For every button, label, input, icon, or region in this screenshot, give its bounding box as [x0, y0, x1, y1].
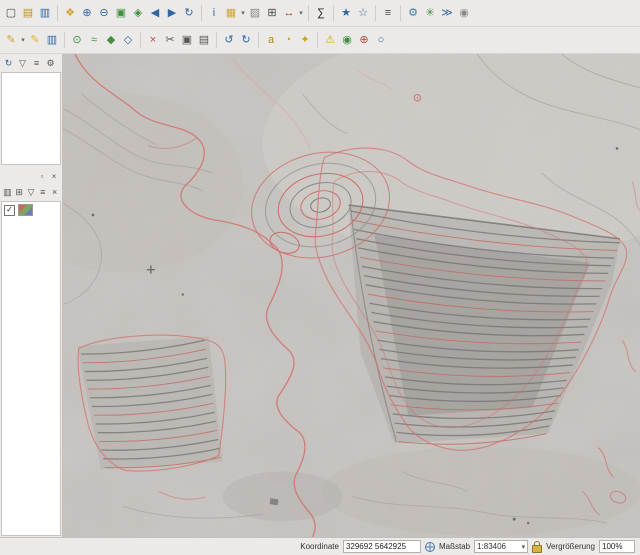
zoom-full-icon[interactable]: ▣	[113, 5, 129, 21]
left-dock: ↻▽≡⚙ ▫× ▥⊞▽≡× ✓	[0, 54, 63, 537]
layer-diagram-icon[interactable]: ◔	[280, 32, 296, 48]
layers-panel-titlebar: ▫×	[0, 170, 62, 183]
main-area: ↻▽≡⚙ ▫× ▥⊞▽≡× ✓	[0, 54, 640, 537]
browser-refresh-icon[interactable]: ↻	[2, 57, 15, 70]
zoom-to-selection-icon[interactable]: ◈	[130, 5, 146, 21]
toggle-editing-icon[interactable]: ✎	[27, 32, 43, 48]
layout-manager-icon[interactable]: ≡	[380, 5, 396, 21]
statistical-summary-icon[interactable]: ∑	[313, 5, 329, 21]
refresh-map-icon[interactable]: ↻	[181, 5, 197, 21]
add-polygon-feature-icon[interactable]: ◆	[103, 32, 119, 48]
zoom-in-icon[interactable]: ⊕	[79, 5, 95, 21]
remove-layer-icon[interactable]: ×	[49, 186, 60, 199]
select-features-icon-dropdown[interactable]: ▾	[240, 9, 246, 17]
status-bar: Koordinate Maßstab 1:83406 ▾ Vergrößerun…	[0, 537, 640, 555]
python-console-icon[interactable]: ≫	[439, 5, 455, 21]
main-toolbar: ▢▤▥❖⊕⊖▣◈◀▶↻i▦▾▨⊞↔▾∑★☆≡⚙✳≫◉	[0, 0, 640, 27]
toolbar-separator	[317, 32, 318, 48]
map-tips-icon[interactable]: ✦	[297, 32, 313, 48]
zoom-next-icon[interactable]: ▶	[164, 5, 180, 21]
deselect-features-icon[interactable]: ▨	[247, 5, 263, 21]
map-canvas[interactable]	[63, 54, 640, 537]
measure-line-icon[interactable]: ↔	[281, 5, 297, 21]
plugins-icon[interactable]: ⚙	[405, 5, 421, 21]
toolbar-separator	[400, 5, 401, 21]
coordinate-capture-icon[interactable]: ⊕	[356, 32, 372, 48]
copy-features-icon[interactable]: ▣	[179, 32, 195, 48]
raster-layer-icon	[18, 204, 33, 216]
close-panel-button[interactable]: ×	[49, 172, 59, 182]
toolbar-separator	[375, 5, 376, 21]
add-line-feature-icon[interactable]: ≈	[86, 32, 102, 48]
layers-panel: ▫× ▥⊞▽≡× ✓	[0, 170, 62, 537]
extent-toggle-icon[interactable]	[425, 542, 435, 552]
zoom-last-icon[interactable]: ◀	[147, 5, 163, 21]
undo-icon[interactable]: ↺	[221, 32, 237, 48]
browser-filter-icon[interactable]: ▽	[16, 57, 29, 70]
float-panel-button[interactable]: ▫	[37, 172, 47, 182]
magnifier-label: Vergrößerung	[546, 542, 595, 551]
cut-features-icon[interactable]: ✂	[162, 32, 178, 48]
osm-search-icon[interactable]: ◉	[339, 32, 355, 48]
browser-panel-toolbar: ↻▽≡⚙	[0, 54, 62, 72]
digitizing-toolbar: ✎▾✎▥⊙≈◆◇×✂▣▤↺↻a◔✦⚠◉⊕○	[0, 27, 640, 54]
hillshade-map	[63, 54, 640, 537]
layer-visibility-checkbox[interactable]: ✓	[4, 205, 15, 216]
toolbar-separator	[216, 32, 217, 48]
layer-labeling-icon[interactable]: a	[263, 32, 279, 48]
processing-toolbox-icon[interactable]: ✳	[422, 5, 438, 21]
layer-styling-icon[interactable]: ▥	[2, 186, 13, 199]
vertex-tool-icon[interactable]: ◇	[120, 32, 136, 48]
pan-map-icon[interactable]: ❖	[62, 5, 78, 21]
toolbar-separator	[64, 32, 65, 48]
identify-features-icon[interactable]: i	[206, 5, 222, 21]
save-layer-edits-icon[interactable]: ▥	[44, 32, 60, 48]
zoom-out-icon[interactable]: ⊖	[96, 5, 112, 21]
options-icon[interactable]: ◉	[456, 5, 472, 21]
delete-selected-icon[interactable]: ×	[145, 32, 161, 48]
metasearch-icon[interactable]: ○	[373, 32, 389, 48]
coordinate-input[interactable]	[343, 540, 421, 553]
filter-legend-icon[interactable]: ▽	[26, 186, 37, 199]
layer-item[interactable]: ✓	[2, 202, 60, 218]
select-features-icon[interactable]: ▦	[223, 5, 239, 21]
toolbar-separator	[140, 32, 141, 48]
layers-panel-toolbar: ▥⊞▽≡×	[0, 183, 62, 201]
browser-panel-body[interactable]	[1, 72, 61, 165]
browser-panel: ↻▽≡⚙	[0, 54, 62, 166]
new-bookmark-icon[interactable]: ★	[338, 5, 354, 21]
scale-combobox[interactable]: 1:83406 ▾	[474, 540, 528, 553]
scale-label: Maßstab	[439, 542, 470, 551]
toolbar-separator	[201, 5, 202, 21]
toolbar-separator	[258, 32, 259, 48]
toolbar-separator	[308, 5, 309, 21]
add-group-icon[interactable]: ⊞	[14, 186, 25, 199]
scale-value: 1:83406	[477, 542, 506, 551]
chevron-down-icon: ▾	[522, 543, 526, 551]
magnifier-input[interactable]	[599, 540, 635, 553]
paste-features-icon[interactable]: ▤	[196, 32, 212, 48]
open-attribute-table-icon[interactable]: ⊞	[264, 5, 280, 21]
log-messages-icon[interactable]: ⚠	[322, 32, 338, 48]
coordinate-label: Koordinate	[300, 542, 339, 551]
add-point-feature-icon[interactable]: ⊙	[69, 32, 85, 48]
measure-line-icon-dropdown[interactable]: ▾	[298, 9, 304, 17]
browser-properties-icon[interactable]: ⚙	[44, 57, 57, 70]
layers-panel-body[interactable]: ✓	[1, 201, 61, 536]
project-save-icon[interactable]: ▥	[37, 5, 53, 21]
qgis-window: ▢▤▥❖⊕⊖▣◈◀▶↻i▦▾▨⊞↔▾∑★☆≡⚙✳≫◉ ✎▾✎▥⊙≈◆◇×✂▣▤↺…	[0, 0, 640, 555]
expand-all-icon[interactable]: ≡	[37, 186, 48, 199]
show-bookmarks-icon[interactable]: ☆	[355, 5, 371, 21]
project-new-icon[interactable]: ▢	[3, 5, 19, 21]
toolbar-separator	[333, 5, 334, 21]
redo-icon[interactable]: ↻	[238, 32, 254, 48]
browser-collapse-all-icon[interactable]: ≡	[30, 57, 43, 70]
lock-scale-icon[interactable]	[532, 545, 542, 553]
toolbar-separator	[57, 5, 58, 21]
current-edits-icon-dropdown[interactable]: ▾	[20, 36, 26, 44]
current-edits-icon[interactable]: ✎	[3, 32, 19, 48]
project-open-icon[interactable]: ▤	[20, 5, 36, 21]
